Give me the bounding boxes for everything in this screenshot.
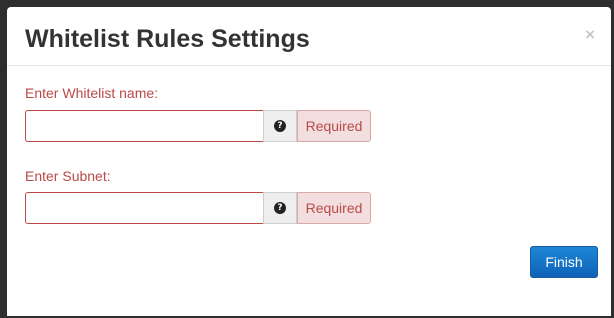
subnet-input[interactable] — [25, 192, 263, 224]
modal-title: Whitelist Rules Settings — [25, 25, 310, 53]
subnet-input-group: ? Required — [25, 192, 371, 224]
whitelist-name-label: Enter Whitelist name: — [25, 85, 159, 101]
modal-header: Whitelist Rules Settings × — [7, 7, 611, 66]
subnet-required-badge: Required — [297, 192, 371, 224]
finish-button[interactable]: Finish — [530, 246, 598, 278]
close-icon[interactable]: × — [585, 25, 595, 45]
whitelist-name-required-badge: Required — [297, 110, 371, 142]
subnet-label: Enter Subnet: — [25, 168, 111, 184]
question-circle-icon: ? — [274, 202, 286, 214]
whitelist-name-input-group: ? Required — [25, 110, 371, 142]
whitelist-name-input[interactable] — [25, 110, 263, 142]
question-circle-icon: ? — [274, 120, 286, 132]
whitelist-rules-dialog: Whitelist Rules Settings × Enter Whiteli… — [7, 7, 611, 316]
whitelist-name-help-button[interactable]: ? — [263, 110, 297, 142]
subnet-help-button[interactable]: ? — [263, 192, 297, 224]
